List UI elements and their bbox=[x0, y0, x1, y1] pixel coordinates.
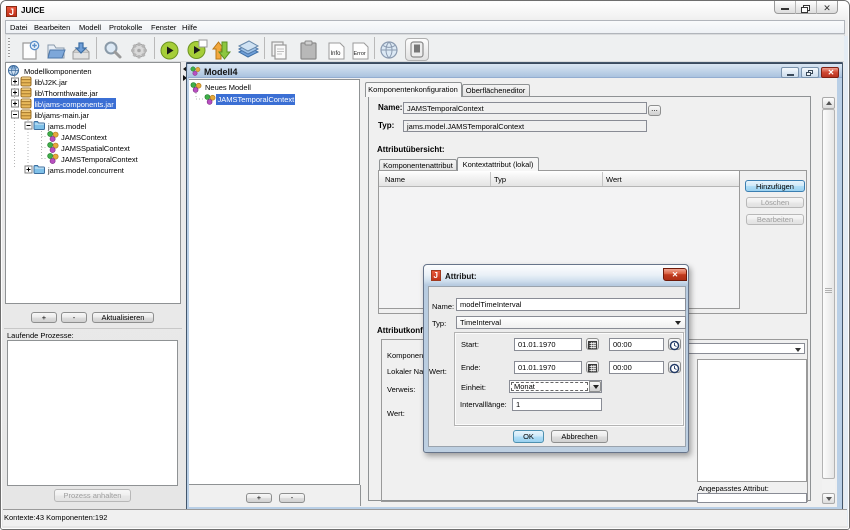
svg-text:Info: Info bbox=[331, 51, 342, 57]
svg-text:Error: Error bbox=[354, 51, 366, 57]
